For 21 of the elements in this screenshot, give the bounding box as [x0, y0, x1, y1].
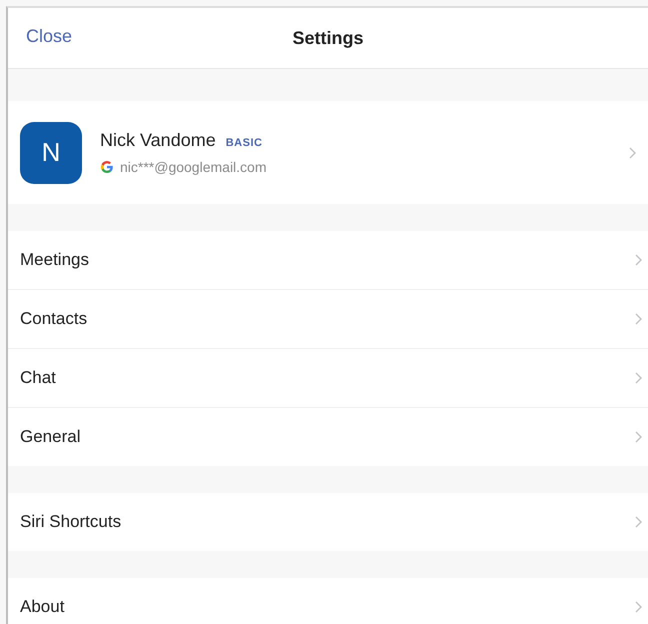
settings-item[interactable]: Siri Shortcuts: [8, 493, 648, 551]
chevron-icon: [635, 601, 642, 613]
chevron-icon: [635, 431, 642, 443]
user-name: Nick Vandome: [100, 130, 216, 151]
google-icon: [100, 160, 114, 174]
settings-item[interactable]: General: [8, 408, 648, 466]
chevron-icon: [635, 516, 642, 528]
plan-label: BASIC: [226, 137, 262, 149]
settings-item[interactable]: Contacts: [8, 290, 648, 349]
settings-item[interactable]: Meetings: [8, 231, 648, 290]
settings-item[interactable]: About: [8, 578, 648, 624]
screen-title: Settings: [292, 28, 364, 48]
chevron-icon: [635, 254, 642, 266]
close-button[interactable]: Close: [26, 26, 72, 47]
profile-row[interactable]: N Nick Vandome BASIC nic***@googlemail.com: [8, 101, 648, 204]
chevron-icon: [635, 372, 642, 384]
chevron-icon: [629, 146, 636, 158]
chevron-icon: [635, 313, 642, 325]
email-address: nic***@googlemail.com: [120, 159, 267, 175]
avatar: N: [20, 122, 82, 184]
settings-item[interactable]: Chat: [8, 349, 648, 408]
